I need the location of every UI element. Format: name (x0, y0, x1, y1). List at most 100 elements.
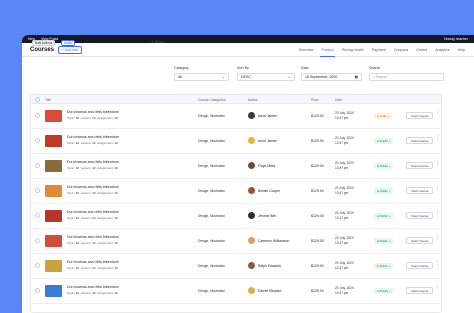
add-new-button[interactable]: + Add New (58, 45, 83, 54)
category-select[interactable]: All ⌄ (174, 73, 229, 81)
avatar (248, 212, 255, 219)
view-course-button[interactable]: View Course (406, 237, 434, 244)
view-course-button[interactable]: View Course (406, 112, 434, 119)
row-checkbox[interactable] (35, 288, 40, 293)
course-date: 20 July, 2020 12:47 pm (335, 136, 354, 145)
course-title[interactable]: Dui vivamus arcu felis bibendum (67, 185, 119, 189)
status-badge[interactable]: ● Public ⌄ (374, 138, 394, 144)
view-course-button[interactable]: View Course (406, 187, 434, 194)
course-meta: Topic: 10 Lesson: 10 Assignment: 10 (67, 241, 118, 245)
course-title[interactable]: Dui vivamus arcu felis bibendum (67, 285, 119, 289)
more-options-icon[interactable]: ⋮ (435, 111, 440, 116)
col-date[interactable]: Date (335, 98, 342, 102)
course-price: $129.00 (311, 189, 324, 193)
chevron-down-icon: ⌄ (388, 214, 392, 218)
more-options-icon[interactable]: ⋮ (435, 236, 440, 241)
chevron-down-icon: ⌄ (388, 189, 392, 193)
tab-payment[interactable]: Payment (371, 43, 387, 57)
more-options-icon[interactable]: ⋮ (435, 186, 440, 191)
chevron-down-icon: ⌄ (388, 164, 392, 168)
table-row: Dui vivamus arcu felis bibendum Topic: 10… (31, 104, 441, 129)
lesson-count: 10 (92, 266, 96, 270)
date-text: 20 July, 2020 (335, 261, 354, 265)
status-badge[interactable]: ● Public ⌄ (374, 213, 394, 219)
apply-button[interactable]: Apply (61, 40, 75, 46)
author-name: Jerome Bell (258, 214, 276, 218)
topbar-user[interactable]: Howdy, teacher (444, 37, 468, 41)
status-badge[interactable]: ● Public ⌄ (374, 288, 394, 294)
col-price[interactable]: Price (311, 98, 319, 102)
course-thumbnail[interactable] (45, 135, 62, 147)
course-price: $129.00 (311, 264, 324, 268)
tab-pricing-model[interactable]: Pricing model (341, 43, 365, 57)
course-title[interactable]: Dui vivamus arcu felis bibendum (67, 210, 119, 214)
search-input[interactable]: ⌕ Search (369, 73, 444, 81)
date-text: 20 July, 2020 (335, 286, 354, 290)
tab-overview[interactable]: Overview (297, 43, 314, 57)
more-options-icon[interactable]: ⋮ (435, 161, 440, 166)
row-checkbox[interactable] (35, 138, 40, 143)
sort-select[interactable]: DESC ⌄ (237, 73, 295, 81)
course-title[interactable]: Dui vivamus arcu felis bibendum (67, 135, 119, 139)
tab-help[interactable]: Help (457, 43, 466, 57)
row-checkbox[interactable] (35, 163, 40, 168)
col-author[interactable]: Author (248, 98, 258, 102)
status-badge[interactable]: ● Public ⌄ (374, 163, 394, 169)
row-checkbox[interactable] (35, 238, 40, 243)
tab-coupons[interactable]: Coupons (393, 43, 409, 57)
status-badge[interactable]: ● Draft ⌄ (374, 113, 392, 119)
course-title[interactable]: Dui vivamus arcu felis bibendum (67, 110, 119, 114)
status-badge[interactable]: ● Public ⌄ (374, 263, 394, 269)
row-checkbox[interactable] (35, 113, 40, 118)
page-header: Courses + Add New Overview Product Pricing… (22, 43, 474, 57)
lesson-count: 10 (92, 166, 96, 170)
course-thumbnail[interactable] (45, 110, 62, 122)
lesson-label: Lesson: (80, 141, 92, 145)
view-course-button[interactable]: View Course (406, 162, 434, 169)
author-name: Floyd Miles (258, 164, 276, 168)
view-course-button[interactable]: View Course (406, 287, 434, 294)
course-thumbnail[interactable] (45, 185, 62, 197)
course-title[interactable]: Dui vivamus arcu felis bibendum (67, 260, 119, 264)
course-title[interactable]: Dui vivamus arcu felis bibendum (67, 235, 119, 239)
course-thumbnail[interactable] (45, 285, 62, 297)
assignment-count: 10 (114, 116, 118, 120)
course-thumbnail[interactable] (45, 210, 62, 222)
topic-count: 10 (75, 116, 80, 120)
tab-product[interactable]: Product (320, 43, 335, 57)
view-course-button[interactable]: View Course (406, 262, 434, 269)
chevron-down-icon: ⌄ (388, 289, 392, 293)
date-picker[interactable]: 16 September, 2020 ▦ (301, 73, 362, 81)
status-badge[interactable]: ● Public ⌄ (374, 238, 394, 244)
bulk-actions-select[interactable]: Bulk Actions (32, 40, 56, 46)
topic-count: 10 (75, 266, 80, 270)
row-checkbox[interactable] (35, 263, 40, 268)
date-text: 20 July, 2020 (335, 211, 354, 215)
assignment-count: 10 (114, 191, 118, 195)
status-text: Public (379, 164, 388, 168)
table-row: Dui vivamus arcu felis bibendum Topic: 10… (31, 129, 441, 154)
more-options-icon[interactable]: ⋮ (435, 286, 440, 291)
view-course-button[interactable]: View Course (406, 137, 434, 144)
row-checkbox[interactable] (35, 213, 40, 218)
category-value: All (178, 75, 182, 79)
time-text: 12:47 pm (335, 140, 349, 145)
more-options-icon[interactable]: ⋮ (435, 261, 440, 266)
select-all-checkbox[interactable] (35, 97, 40, 102)
col-categories[interactable]: Course Categories (198, 98, 226, 102)
more-options-icon[interactable]: ⋮ (435, 136, 440, 141)
course-title[interactable]: Dui vivamus arcu felis bibendum (67, 160, 119, 164)
reset-button[interactable]: ⟲ Reset (151, 40, 164, 44)
course-category: Design, Illustration (198, 289, 226, 293)
topic-label: Topic: (67, 166, 75, 170)
course-thumbnail[interactable] (45, 260, 62, 272)
course-thumbnail[interactable] (45, 160, 62, 172)
course-thumbnail[interactable] (45, 235, 62, 247)
col-title[interactable]: Title (45, 98, 51, 102)
row-checkbox[interactable] (35, 188, 40, 193)
more-options-icon[interactable]: ⋮ (435, 211, 440, 216)
status-badge[interactable]: ● Public ⌄ (374, 188, 394, 194)
tab-analytics[interactable]: Analytics (434, 43, 450, 57)
view-course-button[interactable]: View Course (406, 212, 434, 219)
tab-orders[interactable]: Orders (415, 43, 428, 57)
